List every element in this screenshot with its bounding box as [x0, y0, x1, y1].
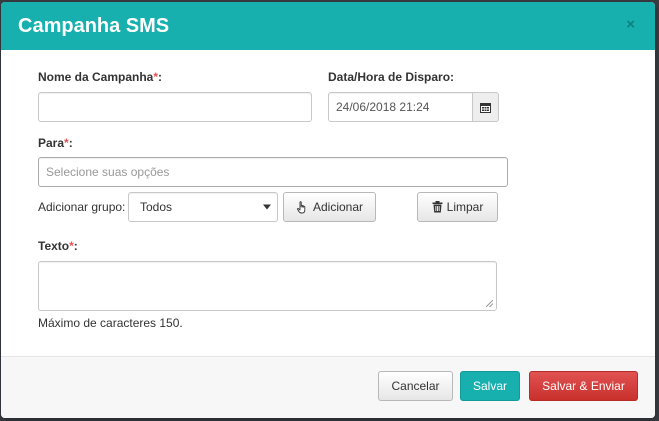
texto-textarea[interactable]	[38, 261, 497, 311]
texto-label: Texto*:	[38, 239, 78, 253]
data-hora-input[interactable]: 24/06/2018 21:24	[328, 92, 473, 122]
modal-title: Campanha SMS	[18, 15, 170, 37]
para-label-text: Para	[38, 136, 65, 150]
adicionar-button[interactable]: Adicionar	[283, 192, 376, 222]
texto-label-text: Texto	[38, 239, 70, 253]
close-icon[interactable]: ×	[626, 16, 635, 33]
grupo-select-value: Todos	[140, 200, 173, 214]
data-hora-label: Data/Hora de Disparo:	[328, 70, 455, 84]
adicionar-button-label: Adicionar	[312, 200, 364, 214]
campanha-sms-modal: Campanha SMS × Nome da Campanha*: Data/H…	[1, 2, 655, 418]
nome-campanha-label: Nome da Campanha*:	[38, 70, 162, 84]
nome-campanha-label-text: Nome da Campanha	[38, 70, 154, 84]
label-colon: :	[73, 239, 78, 253]
adicionar-grupo-label: Adicionar grupo:	[38, 200, 126, 214]
grupo-select[interactable]: Todos	[128, 192, 278, 222]
chevron-down-icon	[263, 204, 271, 210]
modal-header: Campanha SMS ×	[1, 2, 655, 50]
save-button[interactable]: Salvar	[460, 371, 520, 401]
calendar-icon	[480, 102, 491, 113]
resize-grip-icon[interactable]	[486, 300, 493, 307]
nome-campanha-input[interactable]	[38, 92, 312, 122]
para-label: Para*:	[38, 136, 73, 150]
limpar-button[interactable]: Limpar	[417, 192, 498, 222]
calendar-button[interactable]	[472, 92, 499, 122]
label-colon: :	[158, 70, 163, 84]
limpar-button-label: Limpar	[446, 200, 484, 214]
para-placeholder: Selecione suas opções	[46, 165, 170, 179]
texto-hint: Máximo de caracteres 150.	[38, 316, 183, 330]
para-multiselect[interactable]: Selecione suas opções	[38, 157, 508, 187]
save-and-send-button[interactable]: Salvar & Enviar	[529, 371, 638, 401]
data-hora-value: 24/06/2018 21:24	[336, 100, 430, 114]
label-colon: :	[68, 136, 73, 150]
cancel-button[interactable]: Cancelar	[378, 371, 453, 401]
hand-pointer-icon	[297, 200, 306, 213]
trash-icon	[432, 201, 443, 213]
